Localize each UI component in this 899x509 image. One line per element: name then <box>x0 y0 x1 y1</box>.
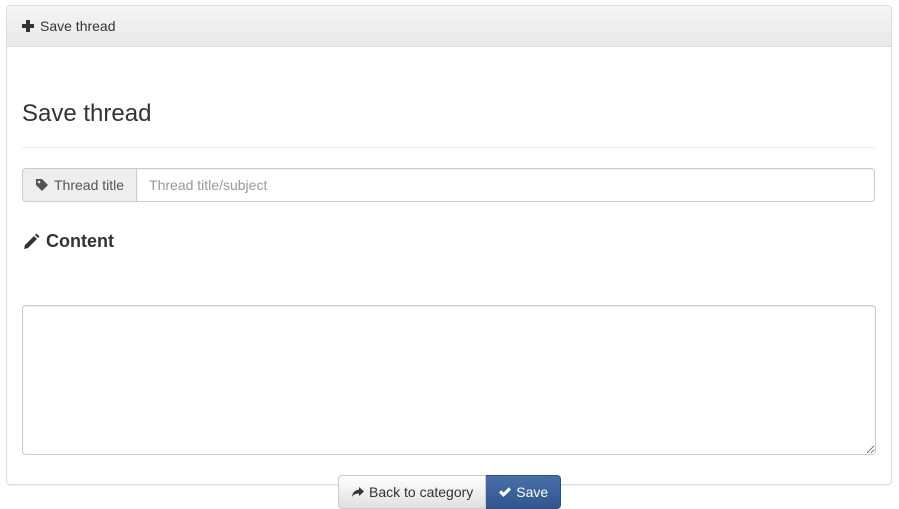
panel-heading: Save thread <box>7 6 891 47</box>
share-arrow-icon <box>352 487 364 497</box>
thread-title-input[interactable] <box>136 168 875 202</box>
panel-heading-label: Save thread <box>40 18 116 34</box>
save-thread-panel: Save thread Save thread Thread title Con… <box>6 5 892 509</box>
title-divider <box>22 147 876 148</box>
save-button[interactable]: Save <box>486 475 562 509</box>
content-heading: Content <box>22 231 114 252</box>
content-textarea[interactable] <box>22 305 876 455</box>
back-to-category-button[interactable]: Back to category <box>338 475 487 509</box>
form-actions: Back to category Save <box>338 475 562 509</box>
back-to-category-label: Back to category <box>369 484 474 500</box>
plus-icon <box>22 20 34 32</box>
checkmark-icon <box>499 487 512 497</box>
thread-title-addon-label: Thread title <box>54 177 125 193</box>
thread-title-group: Thread title <box>22 168 875 202</box>
content-label: Content <box>46 231 114 251</box>
pencil-icon <box>24 233 40 249</box>
page-title: Save thread <box>22 100 152 127</box>
thread-title-addon: Thread title <box>22 168 137 202</box>
tag-icon <box>36 179 48 191</box>
save-label: Save <box>516 484 549 500</box>
